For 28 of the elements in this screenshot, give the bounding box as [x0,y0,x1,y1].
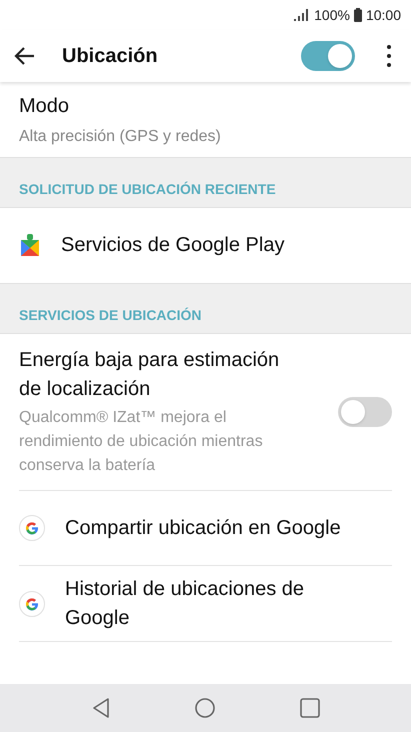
section-header: SOLICITUD DE UBICACIÓN RECIENTE [0,157,411,208]
toggle-switch[interactable] [301,41,355,71]
back-arrow-icon [14,45,36,67]
back-icon[interactable] [92,698,110,718]
item-summary: Alta precisión (GPS y redes) [19,126,222,146]
battery-icon [354,8,362,22]
screen-title: Ubicación [62,44,159,69]
signal-icon [294,9,310,21]
item-title: Servicios de Google Play [61,233,286,258]
google-g-icon [19,590,45,616]
item-title: Compartir ubicación en Google [65,516,342,540]
clock: 10:00 [366,6,401,24]
google-g-icon [19,515,45,541]
item-title: Historial de ubicaciones de Google [65,576,306,630]
app-item[interactable]: Compartir ubicación en Google [19,491,392,566]
item-title: Modo [19,94,70,118]
mode-item[interactable]: Modo Alta precisión (GPS y redes) [0,82,411,157]
app-item[interactable]: Servicios de Google Play [0,208,411,283]
toggle-switch[interactable] [338,397,392,427]
battery-percent: 100% [314,6,350,24]
item-summary: Qualcomm® IZat™ mejora el rendimiento de ubicación mientras conserva la batería [19,408,264,476]
app-item[interactable]: Historial de ubicaciones de Google [19,566,392,641]
more-options-button[interactable] [385,43,393,69]
section-header: SERVICIOS DE UBICACIÓN [0,283,411,334]
item-title: Energía baja para estimación de localización [19,348,280,402]
home-icon[interactable] [194,698,214,718]
recents-icon[interactable] [300,698,320,718]
puzzle-icon [19,234,41,258]
